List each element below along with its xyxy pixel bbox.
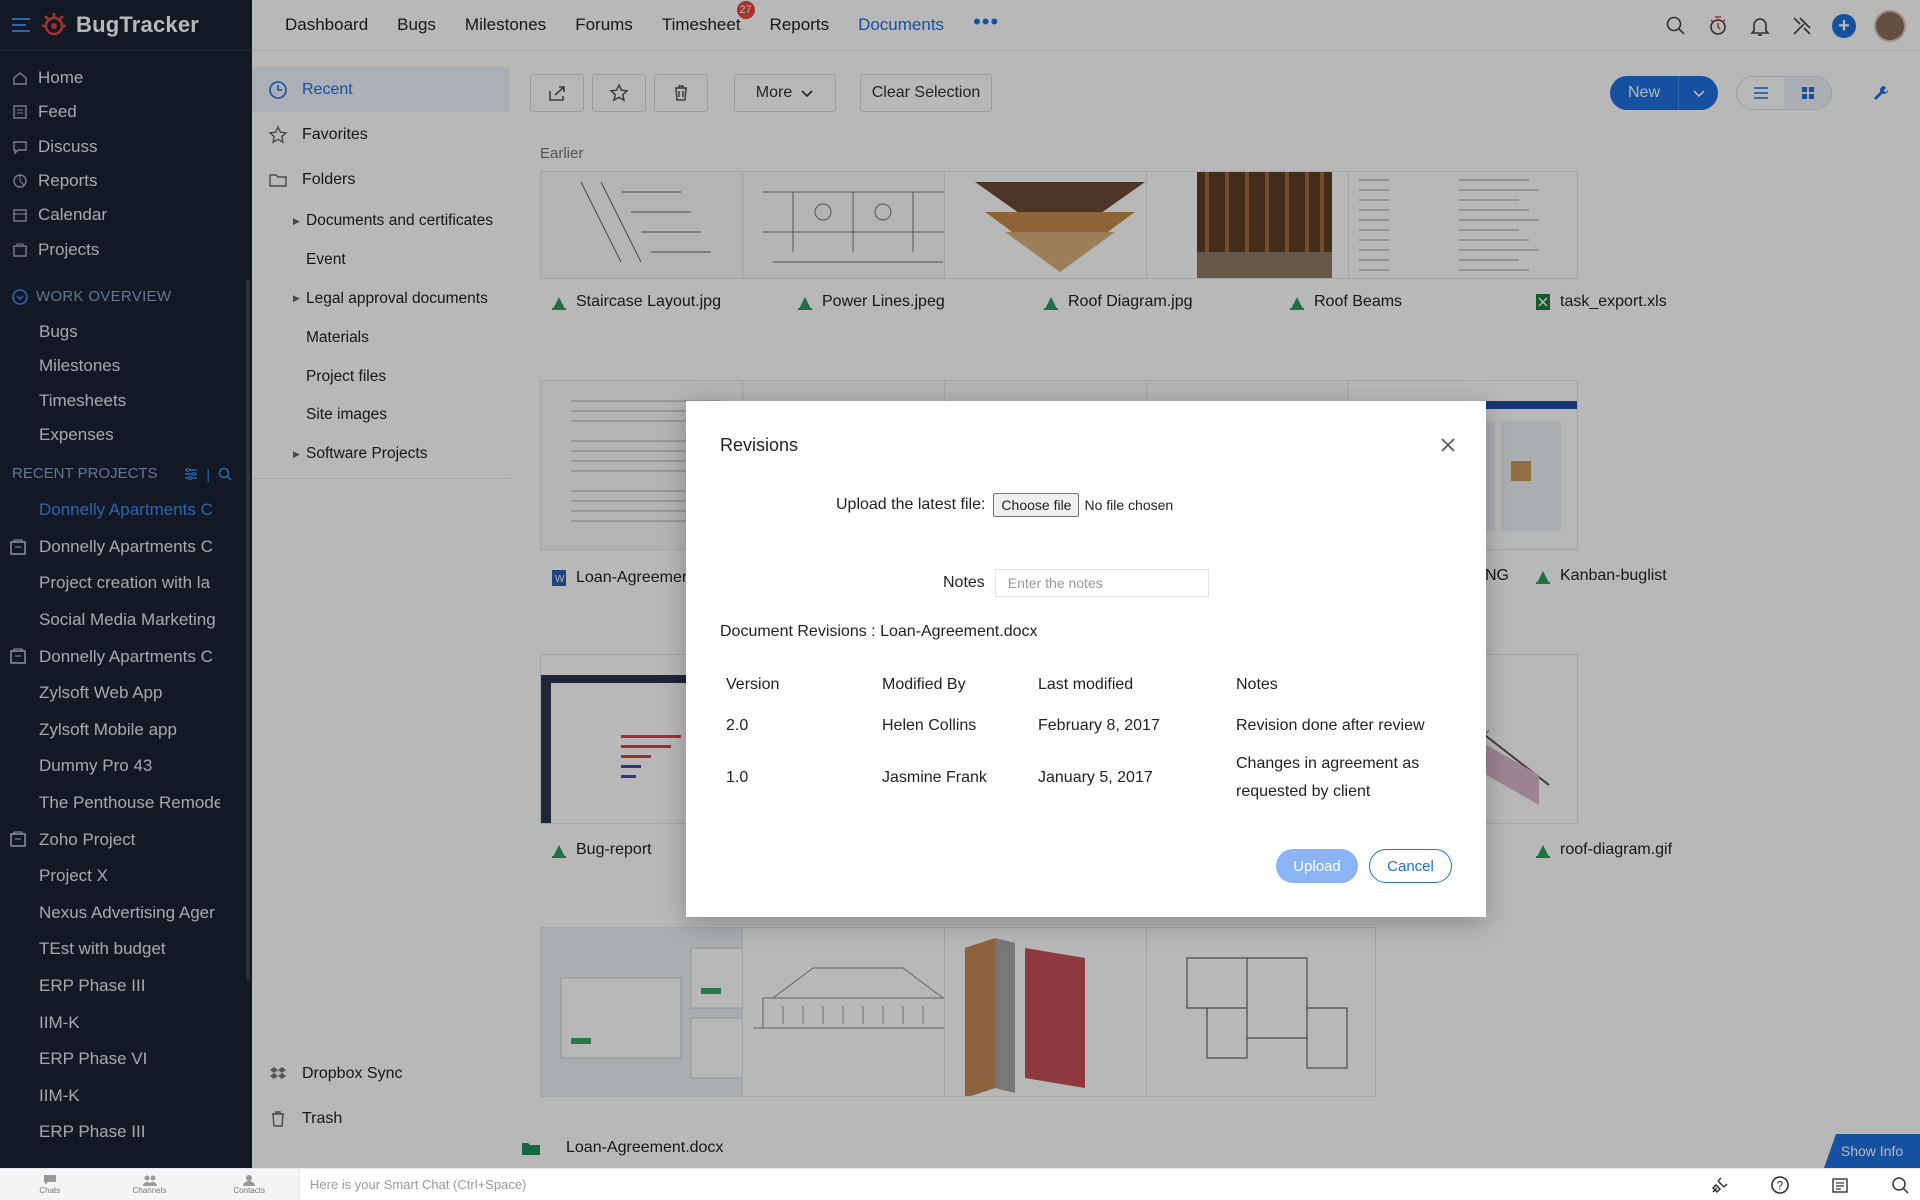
channels-button[interactable]: Channels [100, 1169, 200, 1200]
help-icon[interactable]: ? [1770, 1175, 1790, 1195]
table-row[interactable]: 1.0 Jasmine Frank January 5, 2017 Change… [720, 745, 1440, 811]
modified-by-cell: Helen Collins [882, 717, 977, 734]
channels-label: Channels [132, 1186, 167, 1195]
column-header: Modified By [882, 676, 966, 693]
column-header: Notes [1236, 676, 1278, 693]
plug-icon[interactable] [1710, 1175, 1730, 1195]
last-modified-cell: January 5, 2017 [1038, 769, 1153, 786]
revisions-table: Version Modified By Last modified Notes … [720, 663, 1440, 811]
chats-button[interactable]: Chats [0, 1169, 100, 1200]
notes-row: Notes Enter the notes [943, 569, 1209, 597]
smart-chat-input[interactable]: Here is your Smart Chat (Ctrl+Space) [300, 1177, 526, 1192]
upload-row: Upload the latest file: Choose file No f… [836, 493, 1173, 517]
feed-icon[interactable] [1830, 1175, 1850, 1195]
table-row[interactable]: 2.0 Helen Collins February 8, 2017 Revis… [720, 707, 1440, 745]
version-cell: 1.0 [726, 769, 749, 786]
choose-file-button[interactable]: Choose file [993, 493, 1080, 517]
last-modified-cell: February 8, 2017 [1038, 717, 1160, 734]
notes-label: Notes [943, 574, 985, 591]
notes-cell: Revision done after review [1236, 717, 1425, 734]
close-icon[interactable] [1440, 437, 1456, 453]
channels-icon [142, 1175, 157, 1186]
document-revisions-heading: Document Revisions : Loan-Agreement.docx [720, 623, 1038, 640]
contact-icon [243, 1175, 256, 1186]
chat-bubble-icon [43, 1175, 56, 1185]
notes-input[interactable]: Enter the notes [994, 569, 1209, 597]
svg-text:?: ? [1777, 1178, 1784, 1192]
table-header-row: Version Modified By Last modified Notes [720, 663, 1440, 707]
dialog-title: Revisions [720, 435, 799, 455]
modified-by-cell: Jasmine Frank [882, 769, 987, 786]
column-header: Version [726, 676, 780, 693]
version-cell: 2.0 [726, 717, 749, 734]
contacts-label: Contacts [233, 1186, 265, 1195]
cancel-button[interactable]: Cancel [1369, 849, 1452, 883]
upload-button[interactable]: Upload [1276, 849, 1358, 883]
revisions-dialog: Revisions Upload the latest file: Choose… [686, 401, 1486, 917]
zoom-search-icon[interactable] [1890, 1175, 1910, 1195]
column-header: Last modified [1038, 676, 1134, 693]
file-status: No file chosen [1084, 497, 1174, 513]
upload-label: Upload the latest file: [836, 496, 986, 513]
contacts-button[interactable]: Contacts [199, 1169, 299, 1200]
chat-bar: Chats Channels Contacts Here is your Sma… [0, 1168, 1920, 1200]
notes-cell: Changes in agreement as requested by cli… [1236, 755, 1420, 800]
chats-label: Chats [39, 1186, 61, 1195]
